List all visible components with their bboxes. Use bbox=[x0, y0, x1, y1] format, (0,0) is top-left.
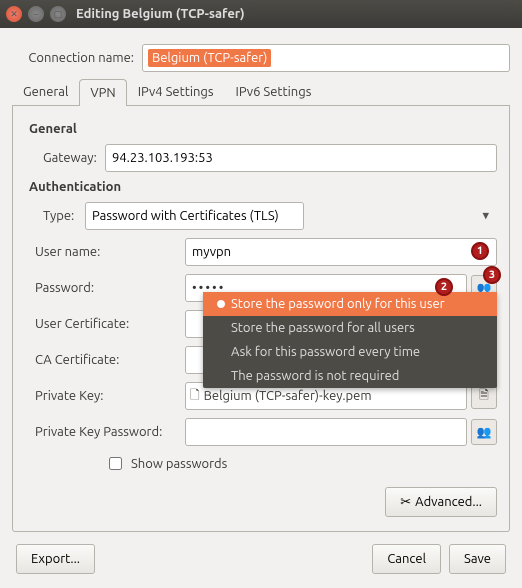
close-icon[interactable]: ✕ bbox=[6, 6, 22, 22]
type-select[interactable]: Password with Certificates (TLS) bbox=[85, 202, 304, 230]
menu-item-store-all[interactable]: Store the password for all users bbox=[203, 316, 497, 340]
menu-item-label: The password is not required bbox=[231, 369, 399, 383]
password-label: Password: bbox=[25, 281, 185, 295]
tab-vpn[interactable]: VPN bbox=[79, 79, 126, 106]
export-button[interactable]: Export... bbox=[16, 544, 95, 574]
tab-bar: General VPN IPv4 Settings IPv6 Settings bbox=[12, 78, 510, 106]
section-general: General bbox=[29, 122, 497, 136]
privkeypw-label: Private Key Password: bbox=[25, 425, 185, 439]
menu-item-label: Ask for this password every time bbox=[231, 345, 420, 359]
menu-item-store-user[interactable]: Store the password only for this user bbox=[203, 292, 497, 316]
connection-name-value: Belgium (TCP-safer) bbox=[148, 49, 271, 67]
file-icon: 🗋 bbox=[190, 386, 200, 407]
save-button[interactable]: Save bbox=[449, 544, 506, 574]
menu-item-not-required[interactable]: The password is not required bbox=[203, 364, 497, 388]
cancel-button[interactable]: Cancel bbox=[372, 544, 441, 574]
privkeypw-storage-icon[interactable]: 👥 bbox=[471, 419, 497, 445]
usercert-label: User Certificate: bbox=[25, 317, 185, 331]
username-label: User name: bbox=[25, 245, 185, 259]
advanced-button[interactable]: ✂ Advanced... bbox=[385, 487, 497, 517]
maximize-icon[interactable]: ▢ bbox=[50, 6, 66, 22]
menu-item-label: Store the password only for this user bbox=[231, 297, 445, 311]
badge-3: 3 bbox=[483, 266, 501, 284]
section-auth: Authentication bbox=[29, 180, 497, 194]
menu-item-ask[interactable]: Ask for this password every time bbox=[203, 340, 497, 364]
show-passwords-checkbox[interactable] bbox=[109, 457, 122, 470]
connection-name-label: Connection name: bbox=[12, 51, 142, 65]
tab-ipv6[interactable]: IPv6 Settings bbox=[225, 78, 323, 105]
cacert-label: CA Certificate: bbox=[25, 353, 185, 367]
badge-2: 2 bbox=[435, 278, 453, 296]
titlebar: ✕ – ▢ Editing Belgium (TCP-safer) bbox=[0, 0, 522, 28]
username-input[interactable] bbox=[185, 238, 497, 266]
tab-panel-vpn: General Gateway: Authentication Type: Pa… bbox=[12, 106, 510, 532]
type-label: Type: bbox=[25, 209, 85, 223]
tab-general[interactable]: General bbox=[12, 78, 79, 105]
gateway-input[interactable] bbox=[105, 144, 497, 172]
gateway-label: Gateway: bbox=[25, 151, 105, 165]
password-storage-menu: Store the password only for this user St… bbox=[203, 292, 497, 388]
advanced-icon: ✂ bbox=[400, 495, 411, 510]
window-title: Editing Belgium (TCP-safer) bbox=[76, 7, 245, 21]
badge-1: 1 bbox=[471, 242, 489, 260]
menu-item-label: Store the password for all users bbox=[231, 321, 415, 335]
advanced-label: Advanced... bbox=[415, 495, 482, 509]
privkey-filename: Belgium (TCP-safer)-key.pem bbox=[204, 389, 372, 403]
minimize-icon[interactable]: – bbox=[28, 6, 44, 22]
tab-ipv4[interactable]: IPv4 Settings bbox=[127, 78, 225, 105]
show-passwords-label: Show passwords bbox=[131, 457, 227, 471]
privkeypw-input[interactable] bbox=[185, 418, 467, 446]
radio-selected-icon bbox=[217, 300, 225, 308]
privkey-label: Private Key: bbox=[25, 389, 185, 403]
